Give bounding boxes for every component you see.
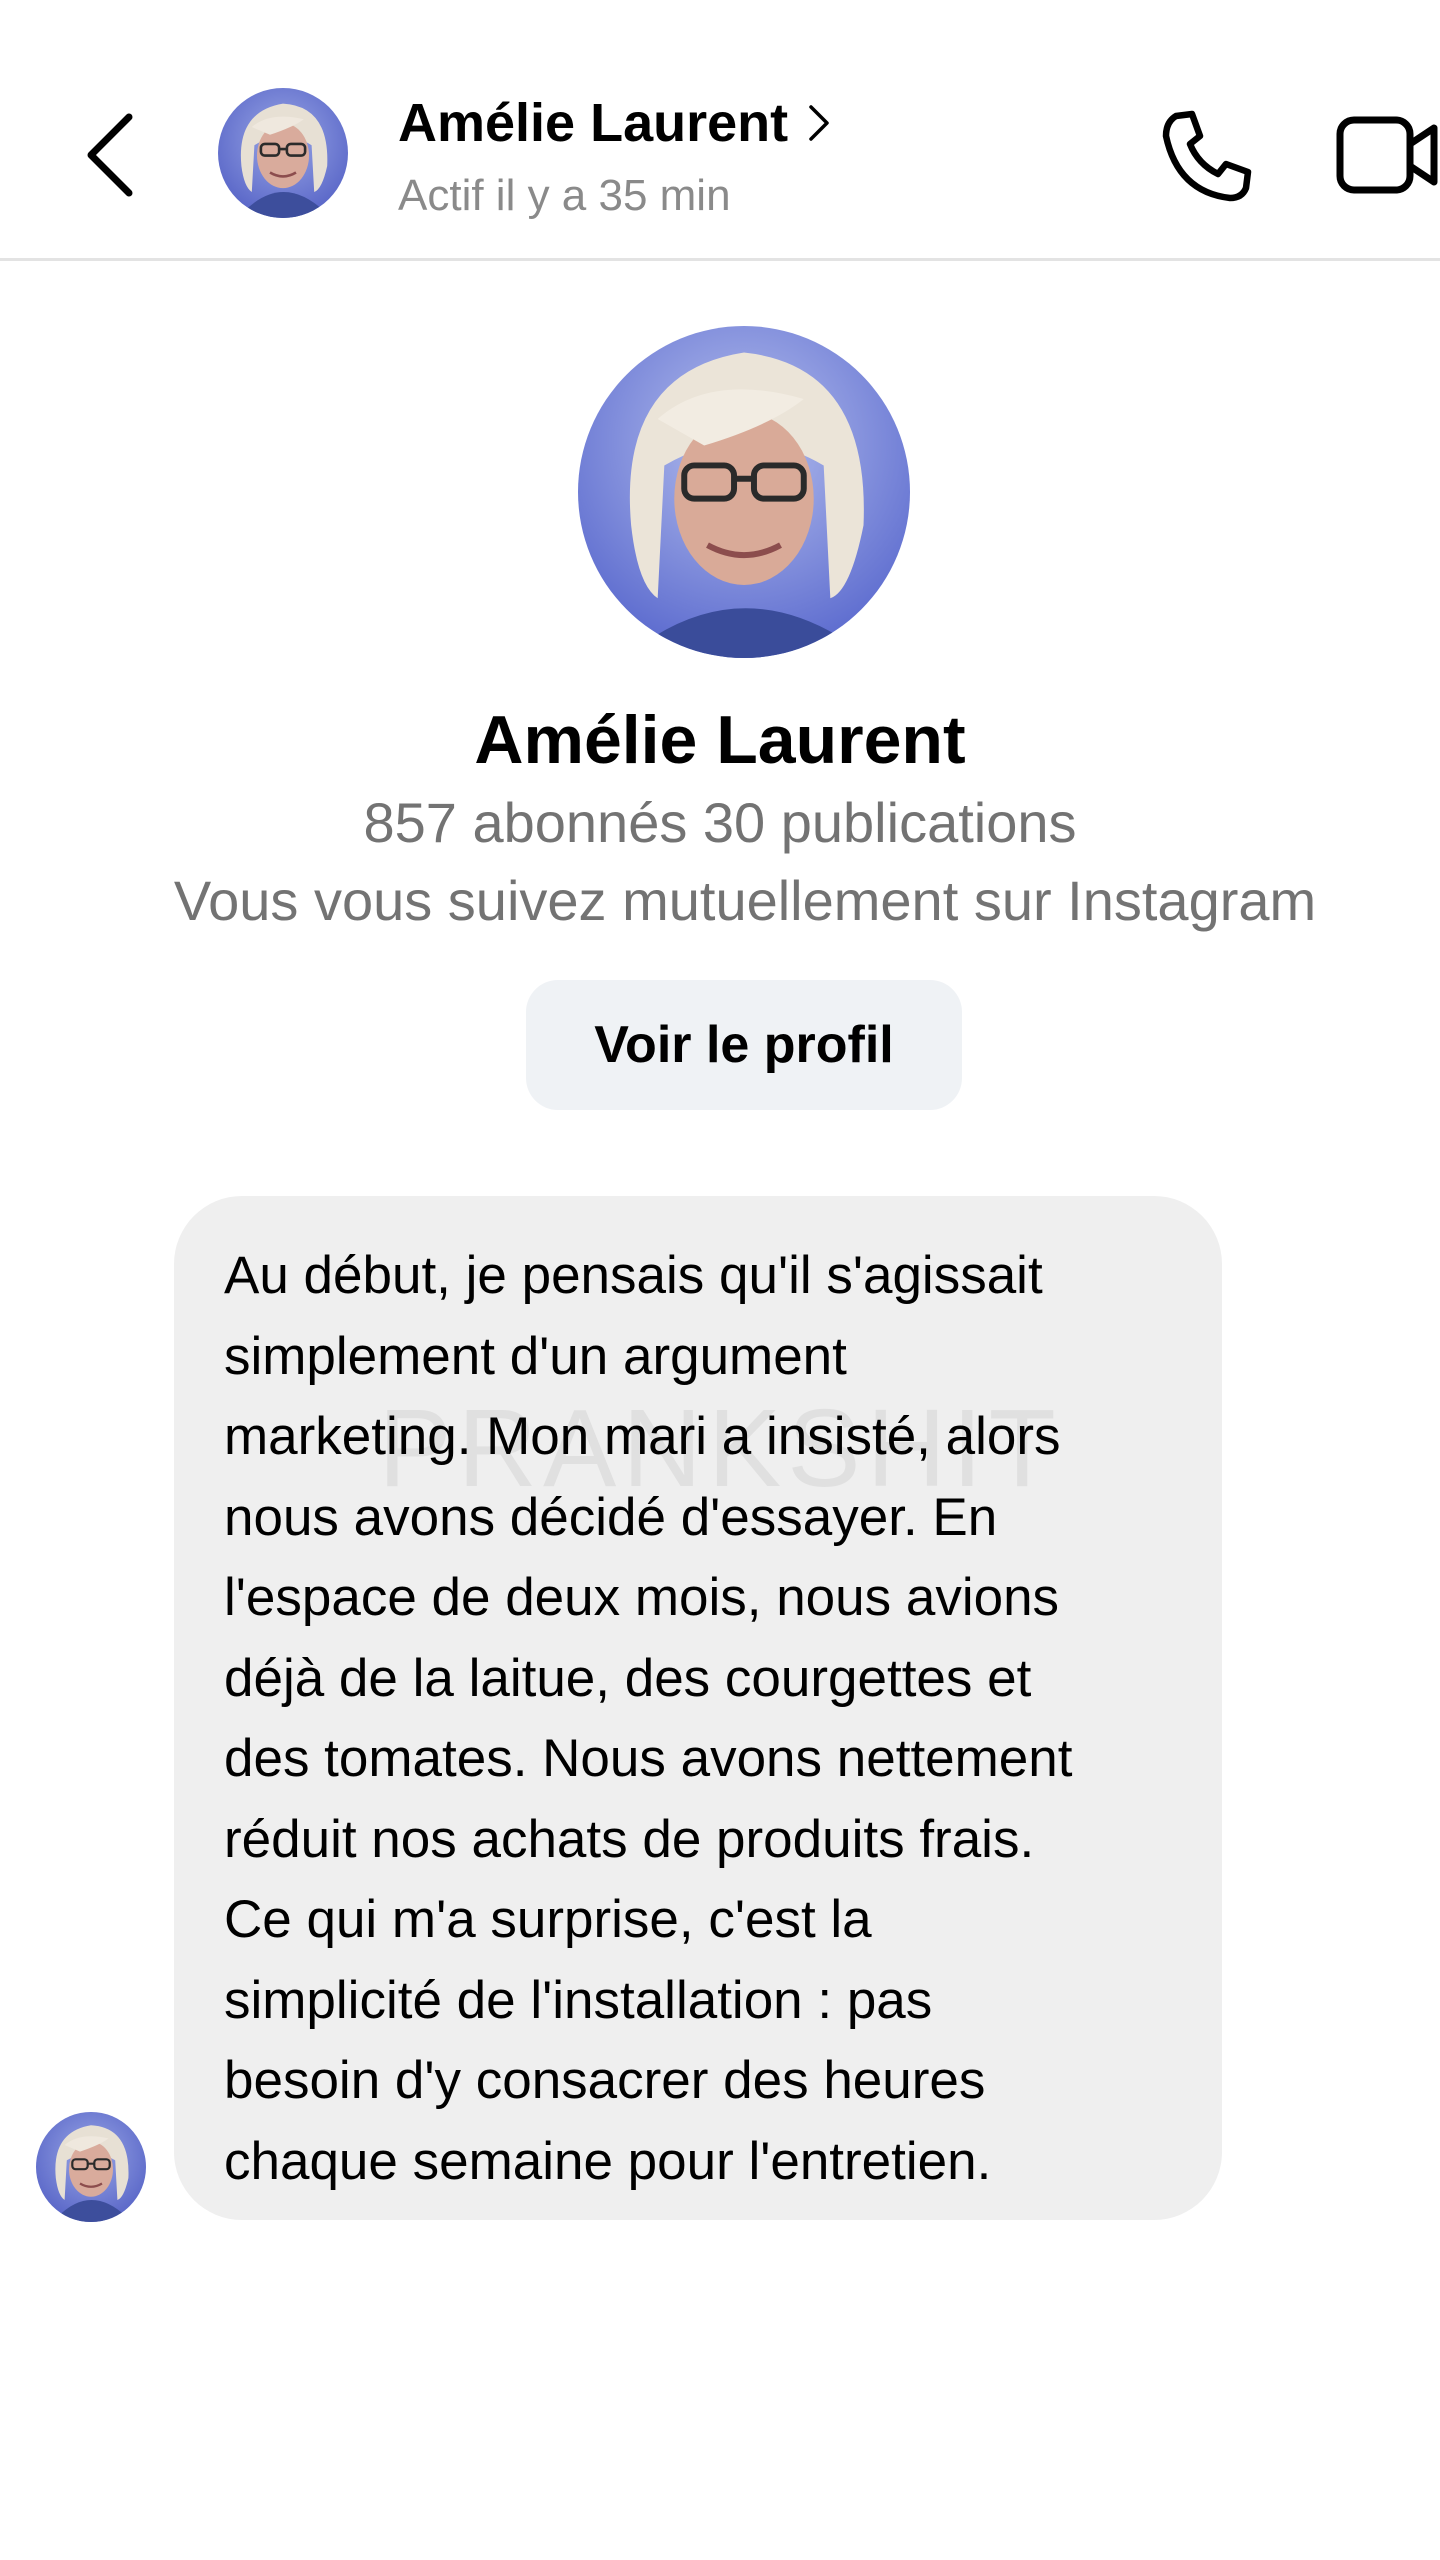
chat-header: Amélie Laurent Actif il y a 35 min — [0, 0, 1440, 261]
profile-name: Amélie Laurent — [474, 702, 966, 778]
message-line: marketing. Mon mari a insisté, alors — [224, 1407, 1061, 1466]
mutual-follow-text: Vous vous suivez mutuellement sur Instag… — [173, 869, 1317, 932]
avatar-image — [578, 326, 910, 658]
message-text: Au début, je pensais qu'il s'agissait si… — [224, 1236, 1182, 2202]
contact-name: Amélie Laurent — [398, 93, 789, 153]
message-line: nous avons décidé d'essayer. En — [224, 1487, 998, 1547]
message-line: l'espace de deux mois, nous avions — [224, 1568, 1060, 1627]
contact-name-row[interactable]: Amélie Laurent — [398, 88, 834, 158]
view-profile-button[interactable]: Voir le profil — [526, 980, 962, 1110]
chevron-left-icon — [87, 113, 133, 197]
message-line: réduit nos achats de produits frais. — [224, 1809, 1035, 1869]
message-line: besoin d'y consacrer des heures — [224, 2051, 986, 2110]
avatar-image — [36, 2112, 146, 2222]
header-avatar[interactable] — [218, 88, 348, 218]
phone-icon — [1162, 110, 1252, 202]
message-line: déjà de la laitue, des courgettes et — [224, 1648, 1032, 1708]
profile-stats: 857 abonnés 30 publications — [363, 791, 1077, 854]
avatar-image — [218, 88, 348, 218]
video-call-button[interactable] — [1336, 110, 1440, 200]
video-camera-icon — [1336, 116, 1438, 194]
message-bubble[interactable]: Au début, je pensais qu'il s'agissait si… — [174, 1196, 1222, 2220]
back-button[interactable] — [70, 100, 150, 210]
message-line: simplement d'un argument — [224, 1326, 847, 1386]
message-line: Au début, je pensais qu'il s'agissait — [224, 1246, 1043, 1305]
message-line: simplicité de l'installation : pas — [224, 1970, 933, 2030]
message-line: des tomates. Nous avons nettement — [224, 1729, 1073, 1788]
call-button[interactable] — [1158, 108, 1254, 204]
message-line: Ce qui m'a surprise, c'est la — [224, 1890, 872, 1949]
chevron-right-icon — [808, 103, 834, 143]
message-line: chaque semaine pour l'entretien. — [224, 2131, 992, 2191]
message-sender-avatar[interactable] — [36, 2112, 146, 2222]
active-status: Actif il y a 35 min — [398, 171, 731, 220]
profile-avatar[interactable] — [578, 326, 910, 658]
